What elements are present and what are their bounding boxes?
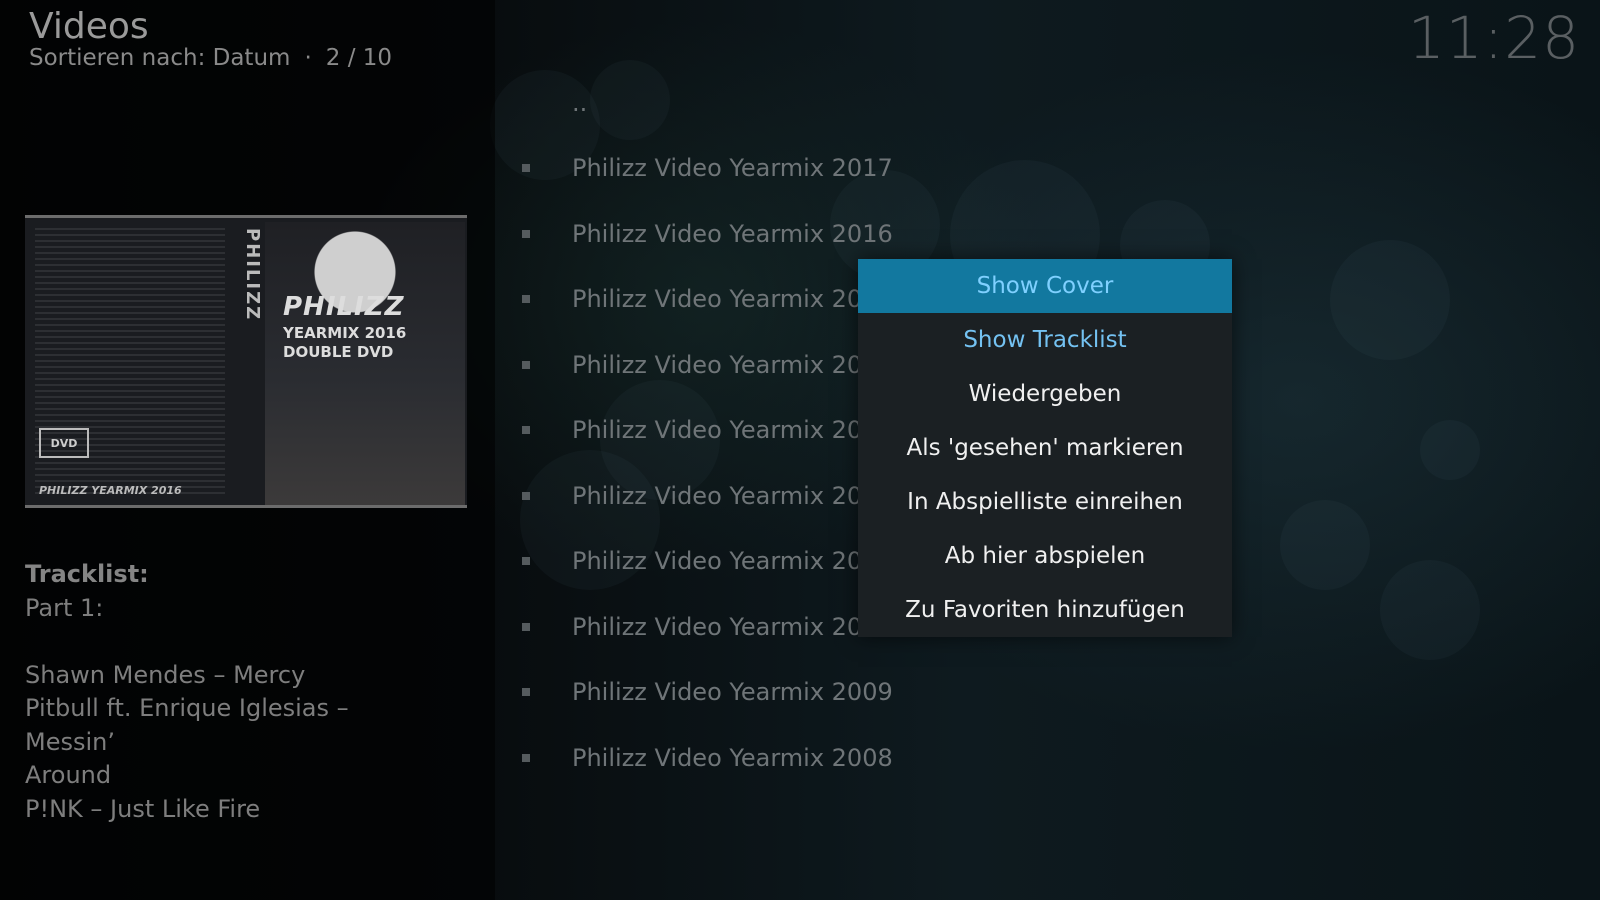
dvd-cover-image: PHILIZZ PHILIZZ YEARMIX 2016 DOUBLE DVD … xyxy=(25,215,467,508)
list-item[interactable]: Philizz Video Yearmix 2008 xyxy=(520,725,1220,791)
menu-item-mark-watched[interactable]: Als 'gesehen' markieren xyxy=(858,421,1232,475)
list-item-label: Philizz Video Yearmix 20 xyxy=(572,416,863,445)
cover-logo: PHILIZZ xyxy=(283,292,405,322)
cover-front: PHILIZZ YEARMIX 2016 DOUBLE DVD xyxy=(265,222,465,505)
menu-item-show-tracklist[interactable]: Show Tracklist xyxy=(858,313,1232,367)
list-item-parent[interactable]: .. xyxy=(520,70,1220,136)
cover-spine: PHILIZZ xyxy=(242,228,263,322)
bullet-icon xyxy=(522,360,530,369)
bullet-icon xyxy=(522,229,530,238)
list-item-label: Philizz Video Yearmix 2017 xyxy=(572,154,893,183)
list-item-label: .. xyxy=(572,88,588,117)
cover-yearmix-line2: DOUBLE DVD xyxy=(283,343,394,361)
cover-yearmix: YEARMIX 2016 DOUBLE DVD xyxy=(283,324,406,362)
menu-item-show-cover[interactable]: Show Cover xyxy=(858,259,1232,313)
header-subtitle: Sortieren nach: Datum · 2 / 10 xyxy=(29,45,392,71)
menu-item-play-from-here[interactable]: Ab hier abspielen xyxy=(858,529,1232,583)
plot-info: Tracklist: Part 1: Shawn Mendes – Mercy … xyxy=(25,558,445,826)
bullet-icon xyxy=(522,753,530,762)
info-line: Shawn Mendes – Mercy xyxy=(25,660,306,689)
info-line: Around xyxy=(25,761,112,789)
bullet-icon xyxy=(522,491,530,500)
list-item[interactable]: Philizz Video Yearmix 2016 xyxy=(520,201,1220,267)
bullet-icon xyxy=(522,557,530,566)
menu-item-play[interactable]: Wiedergeben xyxy=(858,367,1232,421)
dvd-logo: DVD xyxy=(39,428,89,458)
sort-label: Sortieren nach: Datum xyxy=(29,45,291,71)
menu-item-queue[interactable]: In Abspielliste einreihen xyxy=(858,475,1232,529)
list-item-label: Philizz Video Yearmix 2016 xyxy=(572,219,893,248)
menu-item-add-favourite[interactable]: Zu Favoriten hinzufügen xyxy=(858,583,1232,637)
list-item-label: Philizz Video Yearmix 20 xyxy=(572,547,863,576)
context-menu: Show Cover Show Tracklist Wiedergeben Al… xyxy=(858,259,1232,637)
tracklist-heading: Tracklist: xyxy=(25,560,149,588)
list-item-label: Philizz Video Yearmix 20 xyxy=(572,481,863,510)
bullet-icon xyxy=(522,688,530,697)
list-item-label: Philizz Video Yearmix 2009 xyxy=(572,678,893,707)
info-line: Part 1: xyxy=(25,593,104,622)
separator: · xyxy=(304,45,312,71)
bullet-icon xyxy=(522,295,530,304)
cover-yearmix-line1: YEARMIX 2016 xyxy=(283,324,407,342)
item-position: 2 / 10 xyxy=(325,45,393,71)
page-title: Videos xyxy=(29,6,149,47)
list-item-label: Philizz Video Yearmix 2010 xyxy=(572,612,893,641)
list-item-label: Philizz Video Yearmix 2008 xyxy=(572,743,893,772)
clock: 11:28 xyxy=(1407,4,1580,72)
list-item-label: Philizz Video Yearmix 20 xyxy=(572,285,863,314)
cover-bottom-text: PHILIZZ YEARMIX 2016 xyxy=(39,484,182,497)
info-line: Pitbull ft. Enrique Iglesias – Messin’ xyxy=(25,694,349,756)
info-line xyxy=(25,625,445,659)
bullet-icon xyxy=(522,622,530,631)
list-item-label: Philizz Video Yearmix 20 xyxy=(572,350,863,379)
bullet-icon xyxy=(522,426,530,435)
list-item[interactable]: Philizz Video Yearmix 2009 xyxy=(520,660,1220,726)
info-line: P!NK – Just Like Fire xyxy=(25,794,261,823)
bullet-icon xyxy=(522,164,530,173)
list-item[interactable]: Philizz Video Yearmix 2017 xyxy=(520,136,1220,202)
